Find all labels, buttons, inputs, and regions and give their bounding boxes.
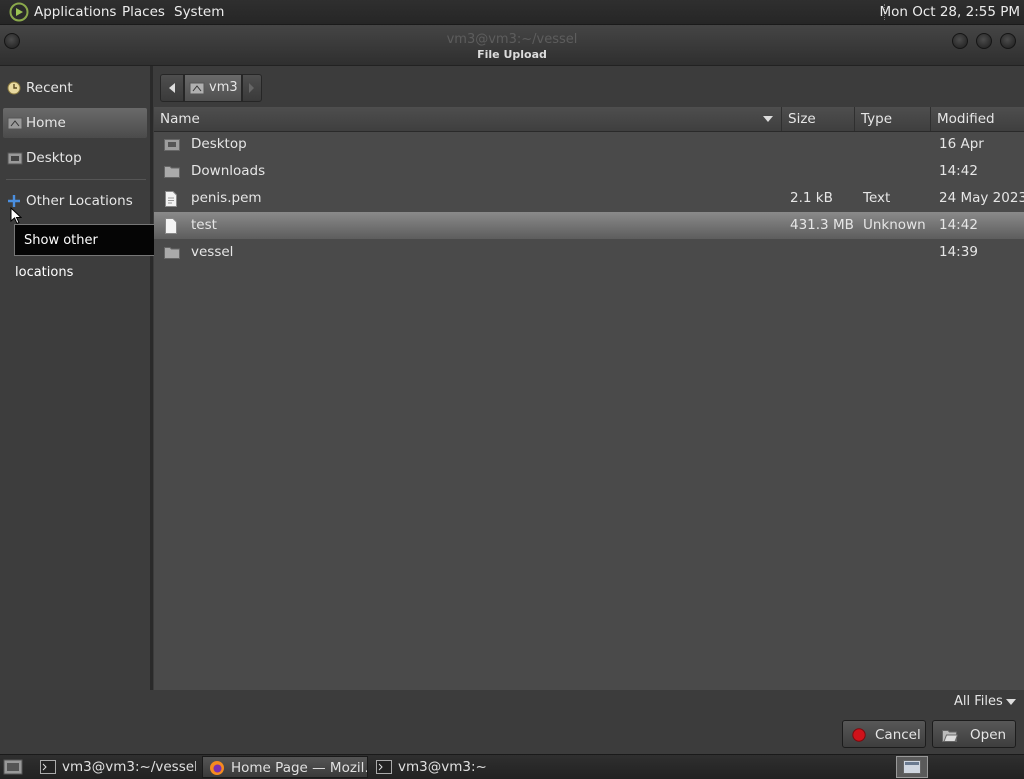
desktop-icon [7,152,23,165]
home-icon [7,117,23,130]
places-menu[interactable]: Places [122,0,165,24]
folder-open-icon [942,730,958,742]
file-modified: 14:42 [939,163,978,179]
file-row[interactable]: vessel 14:39 [154,239,1024,266]
taskbar-item-terminal-vessel[interactable]: vm3@vm3:~/vessel [34,756,196,778]
open-button[interactable]: Open [932,720,1016,748]
file-type-filter[interactable]: All Files [948,690,1020,714]
home-icon [189,82,205,95]
sidebar-divider [6,179,146,180]
taskbar-item-label: vm3@vm3:~/vessel [62,759,196,775]
path-bar: vm3 [154,66,1024,106]
column-header-type[interactable]: Type [854,107,930,131]
path-back-button[interactable] [160,74,184,102]
window-titlebar[interactable]: vm3@vm3:~/vessel File Upload [0,25,1024,66]
sidebar-item-label: Desktop [26,150,82,166]
terminal-icon [40,760,56,774]
sidebar-item-home[interactable]: Home [3,108,147,138]
taskbar-item-firefox[interactable]: Home Page — Mozil… [202,756,368,778]
file-row[interactable]: Downloads 14:42 [154,158,1024,185]
file-row[interactable]: penis.pem 2.1 kB Text 24 May 2023 [154,185,1024,212]
open-button-label: Open [970,727,1007,743]
text-file-icon [165,191,177,207]
firefox-icon [210,761,224,775]
close-button[interactable] [1000,33,1016,49]
file-name: test [191,217,217,233]
file-type: Unknown [863,217,926,233]
file-modified: 14:39 [939,244,978,260]
file-list[interactable]: Name Size Type Modified Desktop 16 Apr D… [154,107,1024,690]
sidebar-item-label: Home [26,115,66,131]
clock-icon [7,81,21,95]
window-title: vm3@vm3:~/vessel [446,32,578,47]
minimize-button[interactable] [952,33,968,49]
workspace-icon [903,760,921,774]
file-modified: 16 Apr [939,136,984,152]
file-row[interactable]: Desktop 16 Apr [154,131,1024,158]
tooltip: Show other locations [14,224,159,280]
cancel-icon [852,728,866,742]
taskbar-item-label: Home Page — Mozil… [231,760,368,776]
path-crumb-home[interactable]: vm3 [184,74,242,102]
sidebar-item-desktop[interactable]: Desktop [3,143,147,173]
folder-icon [164,247,180,259]
sidebar-item-recent[interactable]: Recent [3,73,147,103]
path-forward-button[interactable] [242,74,262,102]
column-header-name[interactable]: Name [154,107,781,131]
sort-descending-icon [763,116,773,122]
file-size: 2.1 kB [790,190,833,206]
places-sidebar: Recent Home Desktop Other Locations [0,66,153,690]
cancel-button[interactable]: Cancel [842,720,926,748]
system-menu[interactable]: System [174,0,224,24]
taskbar-item-terminal-home[interactable]: vm3@vm3:~ [370,756,510,778]
terminal-icon [376,760,392,774]
sidebar-item-label: Other Locations [26,193,133,209]
top-panel: Applications Places System Mon Oct 28, 2… [0,0,1024,25]
file-name: Downloads [191,163,266,179]
column-headers: Name Size Type Modified [154,107,1024,132]
sidebar-item-other-locations[interactable]: Other Locations [3,186,147,216]
file-size: 431.3 MB [790,217,854,233]
file-type: Text [863,190,891,206]
plus-icon [8,195,20,207]
sidebar-item-label: Recent [26,80,73,96]
file-modified: 14:42 [939,217,978,233]
file-name: penis.pem [191,190,262,206]
applications-menu[interactable]: Applications [34,0,116,24]
path-crumb-label: vm3 [209,80,238,95]
workspace-switcher[interactable] [896,756,928,778]
file-row[interactable]: test 431.3 MB Unknown 14:42 [154,212,1024,239]
column-header-size[interactable]: Size [781,107,854,131]
file-name: vessel [191,244,234,260]
mouse-cursor-icon [10,207,22,225]
dialog-title: File Upload [477,48,547,61]
file-icon [165,218,177,234]
taskbar-item-label: vm3@vm3:~ [398,759,487,775]
maximize-button[interactable] [976,33,992,49]
file-modified: 24 May 2023 [939,190,1024,206]
taskbar: vm3@vm3:~/vessel Home Page — Mozil… vm3@… [0,754,1024,779]
file-name: Desktop [191,136,247,152]
folder-icon [164,166,180,178]
clock[interactable]: Mon Oct 28, 2:55 PM [879,0,1020,24]
column-header-modified[interactable]: Modified [930,107,1024,131]
show-desktop-icon[interactable] [3,758,23,776]
mate-logo-icon[interactable] [9,2,29,22]
cancel-button-label: Cancel [875,727,921,743]
folder-desktop-icon [164,139,180,151]
